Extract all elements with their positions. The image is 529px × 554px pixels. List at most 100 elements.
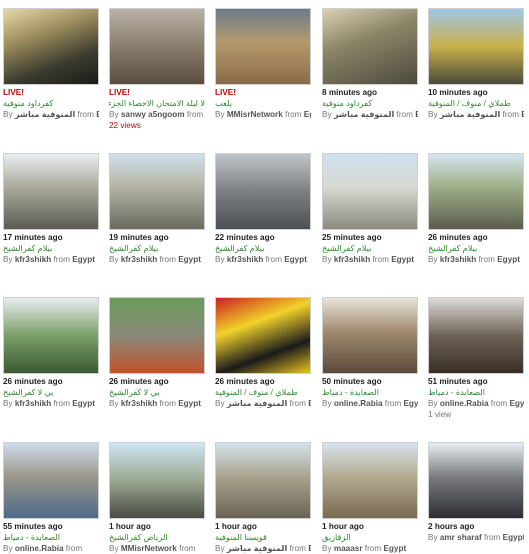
video-title-link[interactable]: بيلام كفرالشيخ bbox=[428, 243, 524, 254]
channel-link[interactable]: amr sharaf bbox=[440, 533, 482, 542]
view-count: 1 view bbox=[428, 410, 452, 419]
video-card[interactable]: 26 minutes ago طملاي / منوف / المنوفية By … bbox=[215, 297, 311, 409]
video-title-link[interactable]: بيلام كفرالشيخ bbox=[3, 243, 99, 254]
video-thumbnail[interactable] bbox=[3, 8, 99, 85]
video-thumbnail[interactable] bbox=[109, 297, 205, 374]
video-card[interactable]: 19 minutes ago بيلام كفرالشيخ By kfr3shikh… bbox=[109, 153, 205, 265]
video-title-link[interactable]: كفرداود منوفية bbox=[322, 98, 418, 109]
video-card[interactable]: LIVE! كفرداود منوفية By المنوفية مباشر fro… bbox=[3, 8, 99, 120]
channel-link[interactable]: MMisrNetwork bbox=[227, 110, 283, 119]
video-title-link[interactable]: الرياض كفرالشيخ bbox=[109, 532, 205, 543]
video-title-link[interactable]: الزقازيق bbox=[322, 532, 418, 543]
video-title-link[interactable]: كفرداود منوفية bbox=[3, 98, 99, 109]
channel-link[interactable]: kfr3shikh bbox=[227, 255, 263, 264]
video-meta: LIVE!لا ليلة الامتحان الاحصاء الجزء الاو… bbox=[109, 87, 205, 131]
video-thumbnail[interactable] bbox=[215, 153, 311, 230]
video-card[interactable]: LIVE!يلعبBy MMisrNetwork from Egypt bbox=[215, 8, 311, 120]
video-title-link[interactable]: قويسنا المنوفية bbox=[215, 532, 311, 543]
video-card[interactable]: 25 minutes ago بيلام كفرالشيخ By kfr3shikh… bbox=[322, 153, 418, 265]
video-thumbnail[interactable] bbox=[109, 8, 205, 85]
video-thumbnail[interactable] bbox=[322, 8, 418, 85]
channel-link[interactable]: المنوفية مباشر bbox=[440, 110, 500, 119]
video-card[interactable]: 2 hours ago By amr sharaf from Egypt bbox=[428, 442, 524, 543]
video-title-link[interactable]: يلعب bbox=[215, 98, 311, 109]
channel-link[interactable]: sanwy a5ngoom bbox=[121, 110, 185, 119]
video-thumbnail[interactable] bbox=[215, 297, 311, 374]
channel-link[interactable]: online.Rabia bbox=[334, 399, 383, 408]
video-card[interactable]: 51 minutes ago الصعايدة - دمياط By online.… bbox=[428, 297, 524, 420]
video-title-link[interactable]: بيلام كفرالشيخ bbox=[215, 243, 311, 254]
channel-link[interactable]: online.Rabia bbox=[440, 399, 489, 408]
thumbnail-image bbox=[429, 298, 523, 373]
video-card[interactable]: LIVE!لا ليلة الامتحان الاحصاء الجزء الاو… bbox=[109, 8, 205, 131]
channel-link[interactable]: kfr3shikh bbox=[121, 255, 157, 264]
video-title-link[interactable]: لا ليلة الامتحان الاحصاء الجزء الاول bbox=[109, 98, 205, 109]
by-label: By bbox=[109, 255, 121, 264]
video-thumbnail[interactable] bbox=[322, 297, 418, 374]
video-title-link[interactable]: الصعايدة - دمياط bbox=[428, 387, 524, 398]
thumbnail-image bbox=[4, 9, 98, 84]
channel-link[interactable]: kfr3shikh bbox=[15, 399, 51, 408]
video-card[interactable]: 8 minutes ago كفرداود منوفية By المنوفية م… bbox=[322, 8, 418, 120]
video-card[interactable]: 26 minutes ago بيلام كفرالشيخ By kfr3shikh… bbox=[428, 153, 524, 265]
video-card[interactable]: 26 minutes ago بي لا كفرالشيخ By kfr3shikh… bbox=[109, 297, 205, 409]
video-thumbnail[interactable] bbox=[428, 297, 524, 374]
byline: By المنوفية مباشر from Egypt bbox=[3, 109, 99, 120]
channel-link[interactable]: المنوفية مباشر bbox=[334, 110, 394, 119]
video-thumbnail[interactable] bbox=[215, 8, 311, 85]
from-label: from bbox=[394, 110, 416, 119]
video-card[interactable]: 22 minutes ago بيلام كفرالشيخ By kfr3shikh… bbox=[215, 153, 311, 265]
video-title-link[interactable]: بيلام كفرالشيخ bbox=[109, 243, 205, 254]
live-badge: LIVE! bbox=[3, 88, 24, 97]
video-card[interactable]: 17 minutes ago بيلام كفرالشيخ By kfr3shikh… bbox=[3, 153, 99, 265]
video-card[interactable]: 26 minutes ago بي لا كفرالشيخ By kfr3shikh… bbox=[3, 297, 99, 409]
channel-link[interactable]: المنوفية مباشر bbox=[227, 544, 287, 553]
video-title-link[interactable]: الصعايدة - دمياط bbox=[3, 532, 99, 543]
channel-link[interactable]: المنوفية مباشر bbox=[227, 399, 287, 408]
video-meta: 26 minutes ago بي لا كفرالشيخ By kfr3shikh… bbox=[3, 376, 99, 409]
channel-link[interactable]: المنوفية مباشر bbox=[15, 110, 75, 119]
video-title-link[interactable]: بيلام كفرالشيخ bbox=[322, 243, 418, 254]
video-thumbnail[interactable] bbox=[3, 442, 99, 519]
channel-link[interactable]: maaasr bbox=[334, 544, 363, 553]
video-title-link[interactable]: طملاي / منوف / المنوفية bbox=[428, 98, 524, 109]
video-thumbnail[interactable] bbox=[322, 442, 418, 519]
video-meta: 55 minutes ago الصعايدة - دمياط By online.… bbox=[3, 521, 99, 554]
video-title-link[interactable]: بي لا كفرالشيخ bbox=[3, 387, 99, 398]
video-card[interactable]: 55 minutes ago الصعايدة - دمياط By online.… bbox=[3, 442, 99, 554]
channel-link[interactable]: kfr3shikh bbox=[334, 255, 370, 264]
video-thumbnail[interactable] bbox=[3, 153, 99, 230]
video-thumbnail[interactable] bbox=[109, 442, 205, 519]
video-thumbnail[interactable] bbox=[428, 153, 524, 230]
location-label: Egypt bbox=[178, 255, 201, 264]
video-thumbnail[interactable] bbox=[3, 297, 99, 374]
time-ago: 26 minutes ago bbox=[109, 377, 169, 386]
thumbnail-image bbox=[110, 443, 204, 518]
time-ago: 26 minutes ago bbox=[428, 233, 488, 242]
video-card[interactable]: 1 hour ago الرياض كفرالشيخ By MMisrNetwork… bbox=[109, 442, 205, 554]
video-thumbnail[interactable] bbox=[109, 153, 205, 230]
view-count: 22 views bbox=[109, 121, 141, 130]
video-card[interactable]: 1 hour ago قويسنا المنوفية By المنوفية مبا… bbox=[215, 442, 311, 554]
video-thumbnail[interactable] bbox=[322, 153, 418, 230]
video-thumbnail[interactable] bbox=[428, 442, 524, 519]
video-title-link[interactable]: بي لا كفرالشيخ bbox=[109, 387, 205, 398]
byline: By المنوفية مباشر from Egypt bbox=[215, 543, 311, 554]
channel-link[interactable]: kfr3shikh bbox=[121, 399, 157, 408]
time-ago: 19 minutes ago bbox=[109, 233, 169, 242]
video-card[interactable]: 10 minutes ago طملاي / منوف / المنوفية By … bbox=[428, 8, 524, 120]
video-card[interactable]: 50 minutes ago الصعايدة - دمياط By online.… bbox=[322, 297, 418, 409]
video-thumbnail[interactable] bbox=[428, 8, 524, 85]
video-thumbnail[interactable] bbox=[215, 442, 311, 519]
byline: By kfr3shikh from Egypt bbox=[3, 398, 99, 409]
video-card[interactable]: 1 hour ago الزقازيق By maaasr from Egypt bbox=[322, 442, 418, 554]
video-title-link[interactable]: طملاي / منوف / المنوفية bbox=[215, 387, 311, 398]
time-ago: 8 minutes ago bbox=[322, 88, 378, 97]
channel-link[interactable]: MMisrNetwork bbox=[121, 544, 177, 553]
channel-link[interactable]: online.Rabia bbox=[15, 544, 64, 553]
thumbnail-image bbox=[323, 443, 417, 518]
channel-link[interactable]: kfr3shikh bbox=[440, 255, 476, 264]
by-label: By bbox=[3, 110, 15, 119]
video-title-link[interactable]: الصعايدة - دمياط bbox=[322, 387, 418, 398]
channel-link[interactable]: kfr3shikh bbox=[15, 255, 51, 264]
